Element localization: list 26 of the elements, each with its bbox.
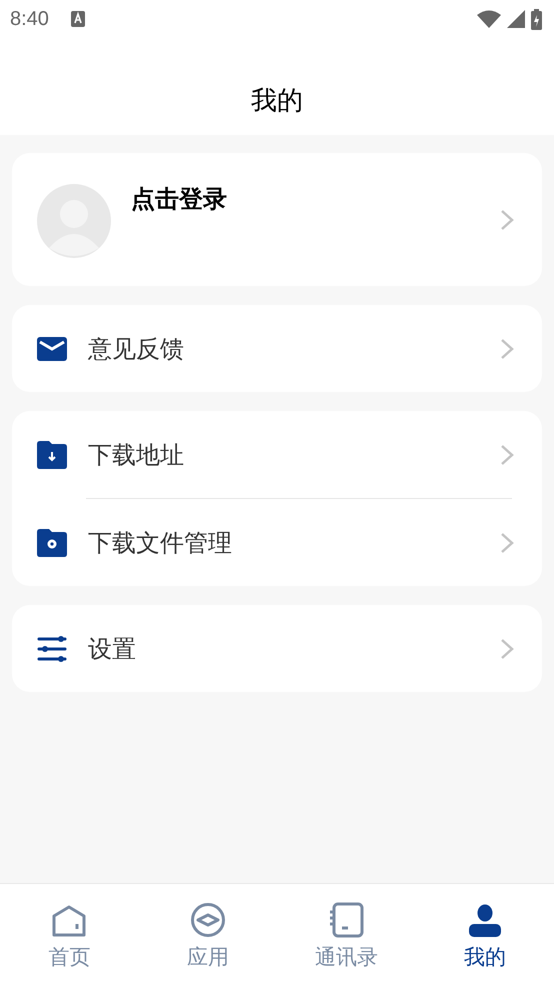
home-icon (51, 904, 88, 938)
signal-icon (507, 10, 525, 28)
menu-item[interactable]: 意见反馈 (12, 305, 542, 392)
menu-item[interactable]: 下载地址 (12, 411, 542, 498)
folder-download-icon (37, 440, 67, 468)
keyboard-notification-icon (70, 11, 85, 27)
sliders-icon (37, 636, 67, 662)
status-time: 8:40 (10, 7, 49, 32)
menu-item[interactable]: 下载文件管理 (12, 499, 542, 586)
person-icon (468, 904, 502, 938)
apps-icon (190, 902, 226, 938)
envelope-icon (37, 336, 67, 360)
chevron-right-icon (500, 638, 514, 660)
wifi-icon (477, 10, 501, 28)
notebook-icon (328, 902, 364, 938)
login-prompt: 点击登录 (131, 184, 227, 215)
chevron-right-icon (500, 444, 514, 466)
nav-tab[interactable]: 我的 (416, 884, 554, 984)
page-title: 我的 (251, 85, 303, 118)
chevron-right-icon (500, 532, 514, 554)
chevron-right-icon (500, 208, 514, 230)
folder-gear-icon (37, 528, 67, 556)
chevron-right-icon (500, 338, 514, 360)
menu-item[interactable]: 设置 (12, 605, 542, 692)
profile-card[interactable]: 点击登录 (12, 153, 542, 286)
battery-icon (531, 8, 542, 30)
